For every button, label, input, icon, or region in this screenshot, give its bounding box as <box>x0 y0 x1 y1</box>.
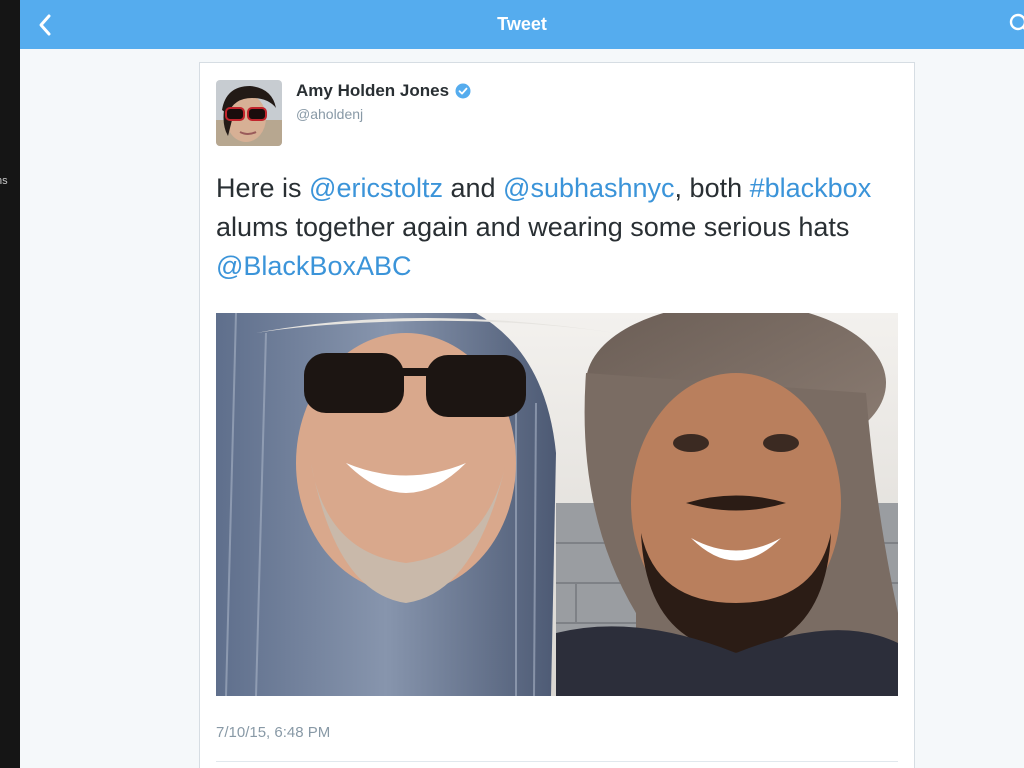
tweet-text-segment: Here is <box>216 173 310 203</box>
tweet-text-segment: , both <box>674 173 750 203</box>
nav-bar: Tweet <box>20 0 1024 49</box>
tweet-text-segment: alums together again and wearing some se… <box>216 212 850 242</box>
search-icon <box>1009 13 1024 31</box>
author-name[interactable]: Amy Holden Jones <box>296 81 471 101</box>
tweet-detail-panel: Tweet Amy Holden Jones @aholdenj Here is… <box>20 0 1024 768</box>
hashtag-link[interactable]: #blackbox <box>750 173 872 203</box>
avatar-image <box>216 80 282 146</box>
background-app-strip: ns <box>0 0 20 768</box>
search-button[interactable] <box>1008 12 1024 36</box>
tweet-timestamp: 7/10/15, 6:48 PM <box>216 724 331 741</box>
tweet-text: Here is @ericstoltz and @subhashnyc, bot… <box>216 169 886 286</box>
nav-title: Tweet <box>497 14 547 34</box>
divider <box>216 761 898 762</box>
author-handle[interactable]: @aholdenj <box>296 106 363 122</box>
author-name-text: Amy Holden Jones <box>296 81 450 100</box>
avatar[interactable] <box>216 80 282 146</box>
tweet-photo-image <box>216 313 898 696</box>
tweet-card: Amy Holden Jones @aholdenj Here is @eric… <box>199 62 915 768</box>
mention-link[interactable]: @ericstoltz <box>309 173 443 203</box>
mention-link[interactable]: @BlackBoxABC <box>216 251 411 281</box>
verified-badge-icon <box>455 83 471 99</box>
tweet-text-segment: and <box>442 173 504 203</box>
background-app-text: ns <box>0 175 8 187</box>
mention-link[interactable]: @subhashnyc <box>503 173 675 203</box>
tweet-photo[interactable] <box>216 313 898 696</box>
